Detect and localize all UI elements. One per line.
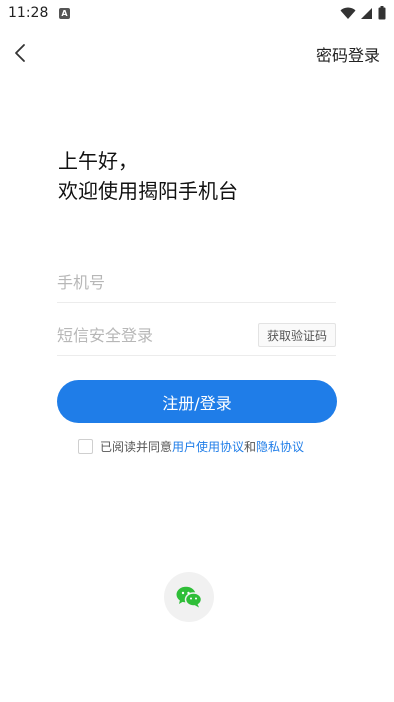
sms-code-input[interactable] <box>57 317 247 355</box>
agreement-checkbox[interactable] <box>78 439 93 454</box>
battery-icon <box>378 6 386 20</box>
agreement-row: 已阅读并同意 用户使用协议 和 隐私协议 <box>78 438 304 455</box>
privacy-link[interactable]: 隐私协议 <box>256 438 304 455</box>
phone-field-row <box>57 264 336 303</box>
wifi-icon <box>340 7 356 19</box>
agreement-and: 和 <box>244 440 257 454</box>
phone-input[interactable] <box>57 264 247 302</box>
password-login-link[interactable]: 密码登录 <box>316 42 380 66</box>
greeting: 上午好， 欢迎使用揭阳手机台 <box>58 146 238 206</box>
greeting-line-2: 欢迎使用揭阳手机台 <box>58 179 238 203</box>
wechat-login-button[interactable] <box>164 572 214 622</box>
register-login-button[interactable]: 注册/登录 <box>57 380 337 423</box>
status-time: 11:28 <box>8 5 49 21</box>
user-agreement-link[interactable]: 用户使用协议 <box>172 438 244 455</box>
code-field-row: 获取验证码 <box>57 317 336 356</box>
back-button[interactable] <box>10 41 34 65</box>
get-code-button[interactable]: 获取验证码 <box>257 323 336 347</box>
wechat-icon <box>176 586 202 608</box>
status-icons <box>340 6 386 20</box>
greeting-line-1: 上午好， <box>58 149 138 173</box>
a-app-icon: A <box>59 8 70 19</box>
signal-icon <box>361 7 372 19</box>
agreement-prefix: 已阅读并同意 <box>100 440 173 454</box>
chevron-left-icon <box>15 44 25 62</box>
status-bar: 11:28 A <box>0 0 394 28</box>
